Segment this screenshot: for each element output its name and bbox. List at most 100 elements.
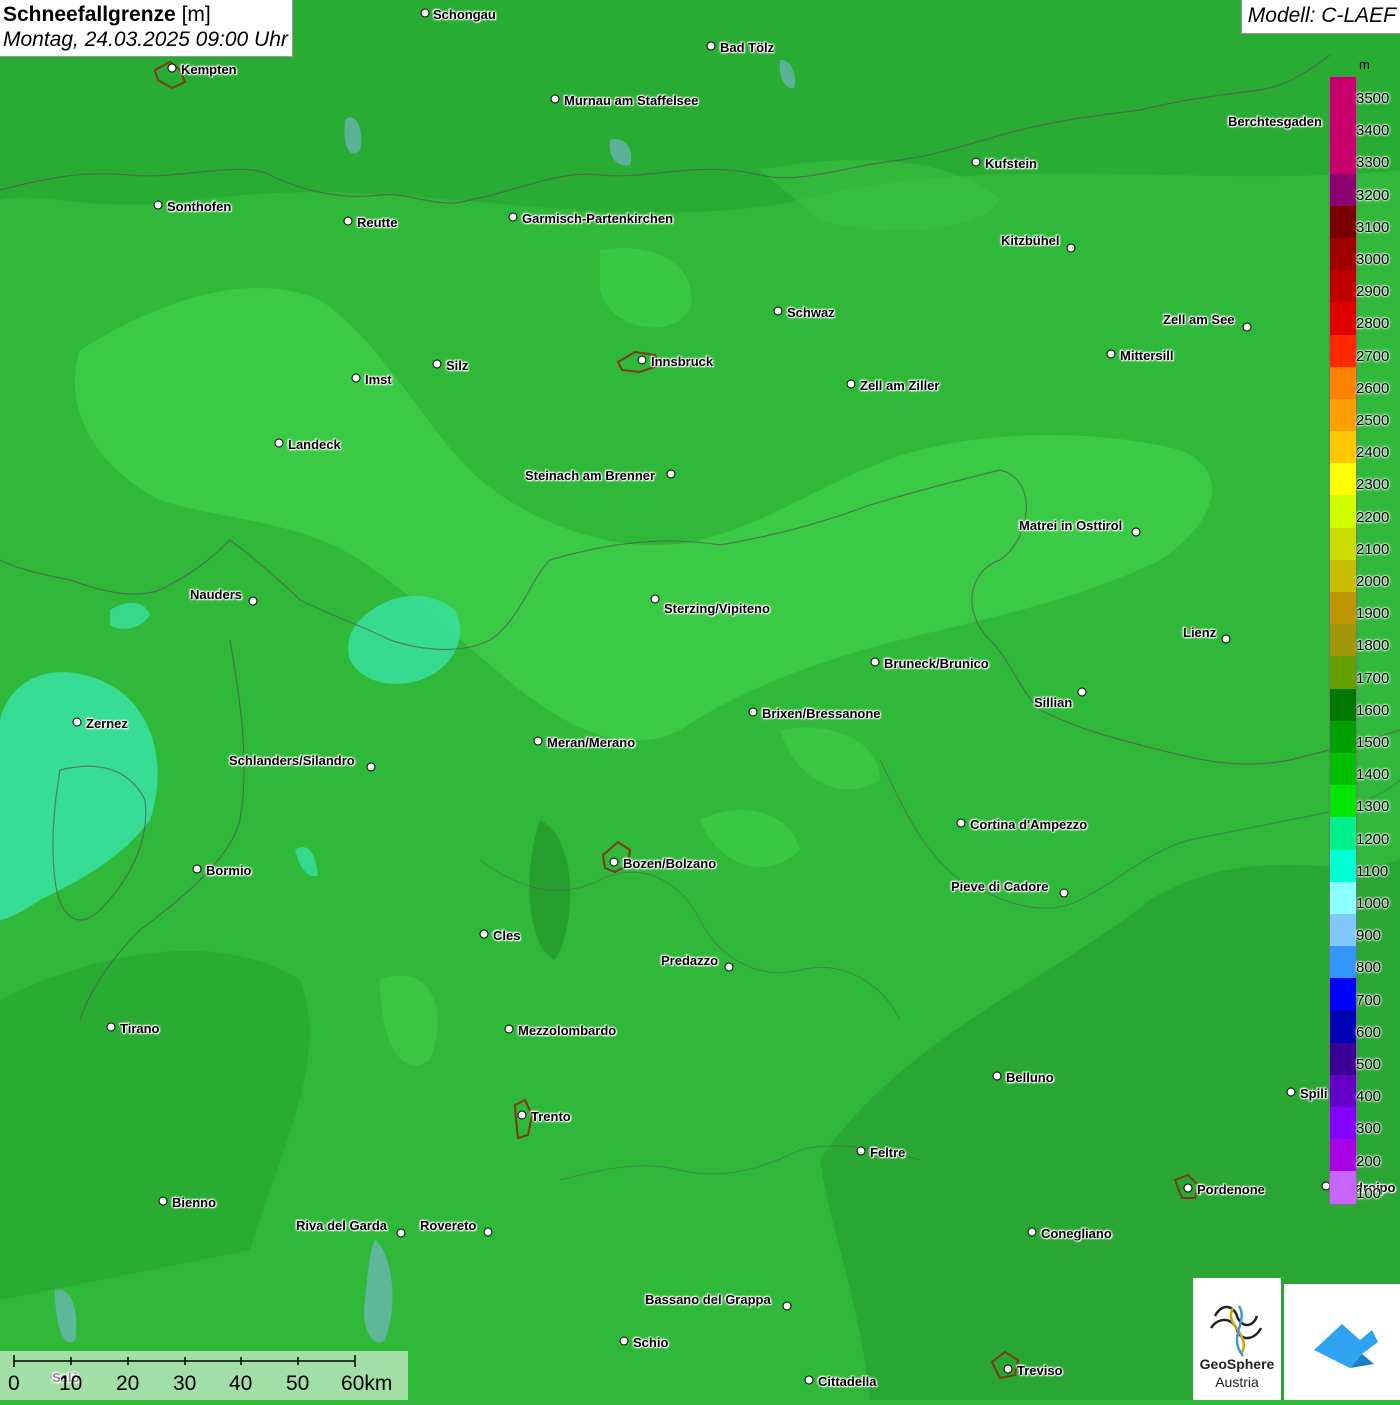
brand-logo[interactable] xyxy=(1284,1284,1400,1400)
city-marker xyxy=(192,864,202,874)
city-marker xyxy=(971,157,981,167)
legend-value-label: 1600 xyxy=(1356,701,1390,719)
city-label: Trento xyxy=(531,1109,571,1124)
legend-value-label: 200 xyxy=(1356,1152,1382,1170)
city-marker xyxy=(804,1375,814,1385)
legend-value-label: 2400 xyxy=(1356,444,1390,462)
legend-value-label: 3400 xyxy=(1356,122,1390,140)
legend-swatch xyxy=(1330,527,1356,560)
city-label: Landeck xyxy=(288,437,341,452)
city-marker xyxy=(432,359,442,369)
legend-value-label: 700 xyxy=(1356,991,1382,1009)
geosphere-logo[interactable]: GeoSphere Austria xyxy=(1193,1278,1281,1400)
city-label: Cles xyxy=(493,928,521,943)
city-marker xyxy=(1066,243,1076,253)
legend-swatch xyxy=(1330,881,1356,914)
legend-swatch xyxy=(1330,270,1356,303)
model-label: Modell: C-LAEF xyxy=(1240,0,1400,34)
city-marker xyxy=(248,596,258,606)
city-label: Kempten xyxy=(181,62,237,77)
city-marker xyxy=(650,594,660,604)
city-label: Steinach am Brenner xyxy=(525,468,656,483)
city-label: Innsbruck xyxy=(651,354,714,369)
legend-swatch xyxy=(1330,1107,1356,1140)
city-label: Schio xyxy=(633,1335,669,1350)
legend-value-label: 2200 xyxy=(1356,508,1390,526)
legend-value-label: 1200 xyxy=(1356,830,1390,848)
city-label: Lienz xyxy=(1183,625,1217,640)
city-label: Berchtesgaden xyxy=(1228,114,1322,129)
legend-swatch xyxy=(1330,1010,1356,1043)
house-arrow-icon xyxy=(1314,1324,1378,1368)
legend-value-label: 2100 xyxy=(1356,540,1390,558)
city-marker xyxy=(706,41,716,51)
city-marker xyxy=(1106,349,1116,359)
legend-swatch xyxy=(1330,785,1356,818)
legend-value-label: 2700 xyxy=(1356,347,1390,365)
legend-value-label: 400 xyxy=(1356,1088,1382,1106)
city-marker xyxy=(1286,1087,1296,1097)
legend-value-label: 1300 xyxy=(1356,798,1390,816)
scale-tick-label: 0 xyxy=(8,1372,20,1395)
legend-value-label: 300 xyxy=(1356,1120,1382,1138)
city-marker xyxy=(366,762,376,772)
city-marker xyxy=(1242,322,1252,332)
city-label: Riva del Garda xyxy=(296,1218,388,1233)
city-label: Feltre xyxy=(870,1145,906,1160)
legend-swatch xyxy=(1330,141,1356,174)
scale-tick-label: 60km xyxy=(341,1372,393,1395)
city-marker xyxy=(637,355,647,365)
city-label: Tirano xyxy=(120,1021,160,1036)
city-label: Meran/Merano xyxy=(547,735,636,750)
city-marker xyxy=(846,379,856,389)
city-marker xyxy=(724,962,734,972)
legend-swatch xyxy=(1330,688,1356,721)
legend-swatch xyxy=(1330,624,1356,657)
city-marker xyxy=(274,438,284,448)
city-marker xyxy=(343,216,353,226)
city-marker xyxy=(153,200,163,210)
legend-value-label: 2300 xyxy=(1356,476,1390,494)
city-label: Reutte xyxy=(357,215,398,230)
city-label: Conegliano xyxy=(1041,1226,1112,1241)
legend-swatch xyxy=(1330,302,1356,335)
city-label: Kitzbühel xyxy=(1001,233,1060,248)
legend-value-label: 800 xyxy=(1356,959,1382,977)
legend-swatch xyxy=(1330,1042,1356,1075)
city-label: Zell am See xyxy=(1163,312,1235,327)
color-legend xyxy=(1329,76,1357,1205)
city-marker xyxy=(619,1336,629,1346)
legend-swatch xyxy=(1330,592,1356,625)
legend-value-label: 3000 xyxy=(1356,251,1390,268)
city-label: Sonthofen xyxy=(167,199,232,214)
city-marker xyxy=(748,707,758,717)
city-label: Kufstein xyxy=(985,156,1037,171)
legend-swatch xyxy=(1330,559,1356,592)
scale-tick-label: 50 xyxy=(286,1372,310,1395)
city-label: Belluno xyxy=(1006,1070,1054,1085)
city-label: Schwaz xyxy=(787,305,835,320)
city-marker xyxy=(158,1196,168,1206)
city-marker xyxy=(1027,1227,1037,1237)
legend-value-label: 1100 xyxy=(1356,862,1389,880)
legend-swatch xyxy=(1330,656,1356,689)
city-marker xyxy=(1059,888,1069,898)
legend-swatch xyxy=(1330,495,1356,528)
city-label: Bassano del Grappa xyxy=(645,1292,771,1307)
city-label: Sterzing/Vipiteno xyxy=(664,601,770,616)
legend-value-label: 900 xyxy=(1356,927,1382,945)
city-marker xyxy=(992,1071,1002,1081)
legend-swatch xyxy=(1330,1074,1356,1107)
legend-swatch xyxy=(1330,817,1356,850)
city-marker xyxy=(1077,687,1087,697)
legend-swatch xyxy=(1330,77,1356,110)
city-label: Nauders xyxy=(190,587,243,602)
city-label: Pieve di Cadore xyxy=(951,879,1049,894)
legend-value-label: 500 xyxy=(1356,1056,1382,1073)
legend-swatch xyxy=(1330,978,1356,1011)
legend-value-label: 1000 xyxy=(1356,895,1390,912)
city-label: Sillian xyxy=(1034,695,1073,710)
city-marker xyxy=(856,1146,866,1156)
legend-value-label: 100 xyxy=(1356,1184,1382,1202)
city-marker xyxy=(870,657,880,667)
